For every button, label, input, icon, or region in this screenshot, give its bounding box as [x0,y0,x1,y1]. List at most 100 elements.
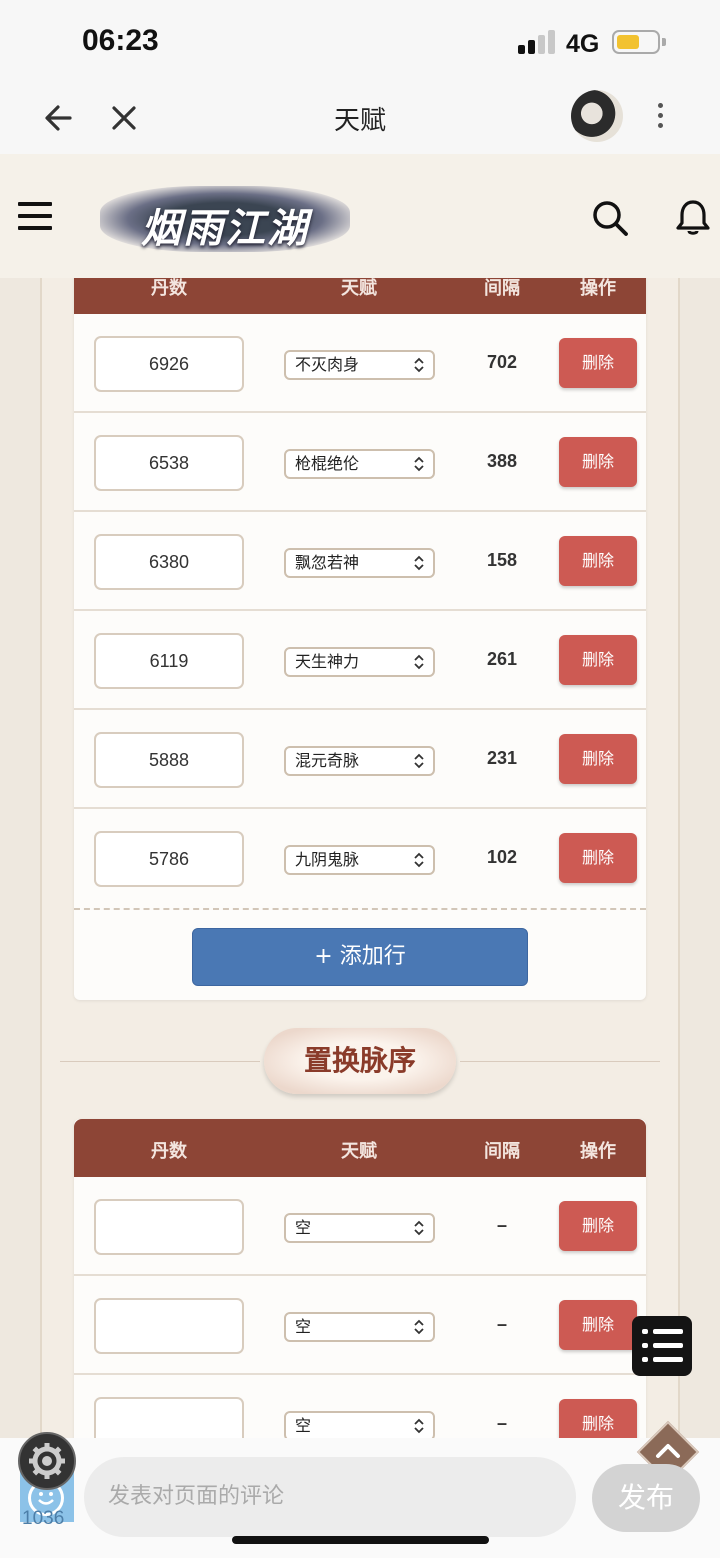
add-row-area: + 添加行 [74,908,646,1000]
swap-table: 丹数 天赋 间隔 操作 空 – 删除 空 – 删除 空 – 删除 [74,1119,646,1438]
talent-select-value: 空 [295,1218,312,1237]
select-chevron-icon [414,456,424,472]
table-row: 6926 不灭肉身 702 删除 [74,314,646,413]
site-logo[interactable]: 烟雨江湖 [100,182,350,258]
delete-button[interactable]: 删除 [559,437,637,487]
gear-icon[interactable] [18,1432,76,1490]
select-chevron-icon [414,555,424,571]
menu-icon[interactable] [18,202,52,230]
select-chevron-icon [414,1319,424,1335]
table-row: 6538 枪棍绝伦 388 删除 [74,413,646,512]
more-icon[interactable] [650,100,670,134]
section-title: 置换脉序 [264,1028,456,1094]
talent-select-value: 不灭肉身 [295,355,360,374]
delete-button[interactable]: 删除 [559,734,637,784]
delete-button[interactable]: 删除 [559,1201,637,1251]
header-talent: 天赋 [341,278,377,299]
table-header: 丹数 天赋 间隔 操作 [74,1119,646,1177]
talent-select-value: 混元奇脉 [295,751,360,770]
header-gap: 间隔 [484,1141,520,1162]
delete-button[interactable]: 删除 [559,1300,637,1350]
talent-select[interactable]: 空 [284,1411,435,1438]
content-area[interactable]: 丹数 天赋 间隔 操作 6926 不灭肉身 702 删除 6538 枪棍绝伦 3… [0,278,720,1438]
talent-select-value: 飘忽若神 [295,553,360,572]
select-chevron-icon [414,1220,424,1236]
talent-select-value: 天生神力 [295,652,360,671]
dan-input[interactable]: 5888 [94,732,244,788]
dan-input[interactable]: 6538 [94,435,244,491]
table-row: 5888 混元奇脉 231 删除 [74,710,646,809]
gap-value: 261 [486,649,518,669]
talent-select[interactable]: 枪棍绝伦 [284,449,435,479]
table-row: 空 – 删除 [74,1276,646,1375]
table-row: 空 – 删除 [74,1375,646,1438]
dan-input[interactable] [94,1397,244,1438]
status-bar: 06:23 4G [0,0,720,80]
network-type: 4G [566,30,600,58]
add-row-button[interactable]: + 添加行 [192,928,528,986]
table-row: 5786 九阴鬼脉 102 删除 [74,809,646,908]
site-header: 烟雨江湖 [0,154,720,278]
list-menu-icon[interactable] [632,1316,692,1376]
talent-select-value: 空 [295,1317,312,1336]
search-icon[interactable] [590,198,630,238]
bell-icon[interactable] [674,198,712,238]
delete-button[interactable]: 删除 [559,833,637,883]
gap-value: 158 [486,550,518,570]
logo-text: 烟雨江湖 [141,205,309,252]
talent-select-value: 空 [295,1416,312,1435]
avatar[interactable] [571,90,623,142]
select-chevron-icon [414,753,424,769]
dan-input[interactable]: 6119 [94,633,244,689]
talent-select[interactable]: 天生神力 [284,647,435,677]
battery-tip [662,38,666,46]
publish-button[interactable]: 发布 [592,1464,700,1532]
table-row: 空 – 删除 [74,1177,646,1276]
nav-bar: 天赋 [0,80,720,154]
header-talent: 天赋 [341,1141,377,1162]
talent-select-value: 枪棍绝伦 [295,454,360,473]
signal-icon [518,30,556,54]
select-chevron-icon [414,654,424,670]
header-dan: 丹数 [151,278,187,299]
gap-value: 231 [486,748,518,768]
table-row: 6380 飘忽若神 158 删除 [74,512,646,611]
header-action: 操作 [580,1141,616,1162]
talent-select[interactable]: 不灭肉身 [284,350,435,380]
talent-table: 丹数 天赋 间隔 操作 6926 不灭肉身 702 删除 6538 枪棍绝伦 3… [74,278,646,1000]
talent-select[interactable]: 混元奇脉 [284,746,435,776]
gap-value: – [496,1314,507,1334]
select-chevron-icon [414,1418,424,1434]
comment-input[interactable]: 发表对页面的评论 [84,1457,576,1537]
dan-input[interactable] [94,1298,244,1354]
gap-value: 388 [486,451,518,471]
gap-value: 102 [486,847,518,867]
talent-select-value: 九阴鬼脉 [295,850,360,869]
table-row: 6119 天生神力 261 删除 [74,611,646,710]
dan-input[interactable]: 6380 [94,534,244,590]
delete-button[interactable]: 删除 [559,635,637,685]
select-chevron-icon [414,357,424,373]
talent-select[interactable]: 九阴鬼脉 [284,845,435,875]
header-action: 操作 [580,278,616,299]
table-header: 丹数 天赋 间隔 操作 [74,278,646,314]
select-chevron-icon [414,852,424,868]
delete-button[interactable]: 删除 [559,536,637,586]
home-indicator [232,1536,489,1544]
talent-select[interactable]: 空 [284,1312,435,1342]
talent-select[interactable]: 飘忽若神 [284,548,435,578]
chevron-up-icon [656,1444,680,1458]
section-divider-left [60,1061,260,1062]
section-divider-right [460,1061,660,1062]
status-time: 06:23 [82,24,159,57]
delete-button[interactable]: 删除 [559,338,637,388]
dan-input[interactable] [94,1199,244,1255]
dan-input[interactable]: 5786 [94,831,244,887]
dan-input[interactable]: 6926 [94,336,244,392]
comment-count: 1036 [22,1508,65,1529]
gap-value: – [496,1215,507,1235]
battery-icon [612,30,660,54]
delete-button[interactable]: 删除 [559,1399,637,1438]
talent-select[interactable]: 空 [284,1213,435,1243]
gap-value: – [496,1413,507,1433]
